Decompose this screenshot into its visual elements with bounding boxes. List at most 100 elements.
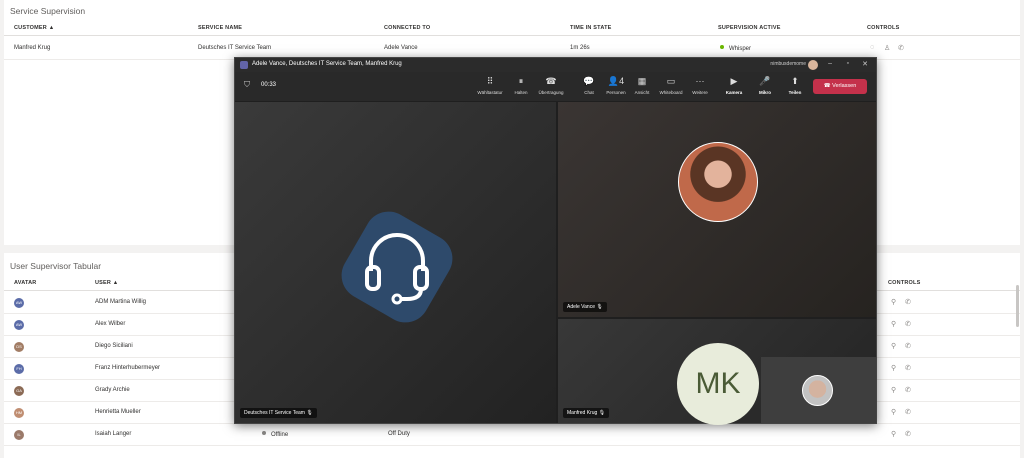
button-label: Übertragung — [538, 90, 564, 95]
user-name: Isaiah Langer — [95, 431, 132, 437]
listen-icon[interactable]: ⚲ — [891, 342, 896, 350]
dialpad-icon: ⠿ — [486, 76, 494, 86]
button-label: Whiteboard — [659, 90, 683, 95]
column-user[interactable]: USER ▲ — [95, 280, 118, 286]
supervision-active-cell: Whisper — [720, 45, 751, 52]
phone-icon[interactable]: ✆ — [905, 430, 911, 438]
table-row[interactable]: IL Isaiah Langer Offline Off Duty ⚲ ✆ — [4, 424, 1020, 446]
maximize-icon[interactable]: ▫ — [847, 60, 849, 67]
call-toolbar: ⛉ 00:33 ⠿ Wähltastatur ⏸ Halten ☎ Übertragu… — [235, 72, 876, 101]
more-icon: ··· — [695, 76, 705, 86]
participant-name: Adele Vance 🎙 — [563, 302, 607, 312]
avatar: AW — [14, 298, 24, 308]
phone-icon[interactable]: ✆ — [905, 408, 911, 416]
avatar: GA — [14, 386, 24, 396]
column-avatar: AVATAR — [14, 280, 37, 286]
mic-off-icon: 🎙 — [306, 410, 313, 416]
listen-icon[interactable]: ⚲ — [891, 320, 896, 328]
listen-icon[interactable]: ⚲ — [891, 408, 896, 416]
hangup-icon: ☎ — [823, 83, 833, 89]
service-name-cell: Deutsches IT Service Team — [198, 45, 272, 51]
whiteboard-icon: ▭ — [666, 76, 676, 86]
avatar: DS — [14, 342, 24, 352]
listen-icon[interactable]: ⚲ — [891, 386, 896, 394]
participant-name: Manfred Krug 🎙 — [563, 408, 610, 418]
phone-icon[interactable]: ✆ — [905, 342, 911, 350]
phone-icon[interactable]: ✆ — [905, 364, 911, 372]
column-time-in-state[interactable]: TIME IN STATE — [570, 25, 612, 31]
supervision-mode: Whisper — [729, 46, 752, 52]
mic-button[interactable]: 🎤 Mikro — [751, 75, 779, 95]
user-name: Alex Wilber — [95, 321, 126, 327]
status-dot — [262, 431, 266, 435]
hold-button[interactable]: ⏸ Halten — [507, 75, 535, 95]
headset-icon — [365, 233, 429, 305]
chat-button[interactable]: 💬 Chat — [575, 75, 603, 95]
people-icon: 👤4 — [607, 76, 625, 86]
user-name: Diego Siciliani — [95, 343, 133, 349]
column-service-name[interactable]: SERVICE NAME — [198, 25, 242, 31]
participant-name: Deutsches IT Service Team 🎙 — [240, 408, 317, 418]
chat-icon: 💬 — [583, 76, 595, 86]
avatar: HM — [14, 408, 24, 418]
leave-button[interactable]: ☎ Verlassen — [813, 79, 867, 94]
dialpad-button[interactable]: ⠿ Wähltastatur — [476, 75, 504, 95]
participant-initials: MK — [677, 343, 759, 425]
participant-photo — [678, 142, 758, 222]
account-name: nimbusdemome — [770, 61, 806, 67]
panel-title: Service Supervision — [10, 6, 86, 16]
status-label: Offline — [271, 432, 289, 438]
column-connected-to[interactable]: CONNECTED TO — [384, 25, 430, 31]
user-name: Henrietta Mueller — [95, 409, 141, 415]
self-view-photo — [802, 375, 833, 406]
teams-call-window[interactable]: Adele Vance, Deutsches IT Service Team, … — [234, 57, 877, 425]
button-label: Kamera — [725, 90, 743, 95]
video-tile-manfred[interactable]: MK Manfred Krug 🎙 — [558, 319, 876, 425]
participant-label: Manfred Krug — [567, 410, 598, 416]
minimize-icon[interactable]: – — [828, 60, 832, 67]
phone-icon[interactable]: ✆ — [905, 298, 911, 306]
listen-icon[interactable]: ⚲ — [891, 364, 896, 372]
camera-button[interactable]: ▶ Kamera — [720, 75, 748, 95]
listen-icon[interactable]: ◌ — [870, 44, 874, 51]
whisper-icon[interactable]: ♙ — [884, 44, 890, 52]
people-button[interactable]: 👤4 Personen — [602, 75, 630, 95]
phone-icon[interactable]: ✆ — [898, 44, 904, 52]
button-label: Personen — [606, 90, 626, 95]
video-tile-service[interactable]: Deutsches IT Service Team 🎙 — [235, 102, 556, 423]
video-tile-adele[interactable]: Adele Vance 🎙 — [558, 102, 876, 317]
window-title: Adele Vance, Deutsches IT Service Team, … — [252, 61, 402, 67]
column-supervision-active[interactable]: SUPERVISION ACTIVE — [718, 25, 781, 31]
user-name: Franz Hinterhubermeyer — [95, 365, 161, 371]
connected-to-cell: Adele Vance — [384, 45, 418, 51]
avatar[interactable] — [808, 60, 818, 70]
call-timer: 00:33 — [261, 82, 277, 88]
user-name: ADM Martina Willig — [95, 299, 147, 305]
table-header: CUSTOMER ▲ SERVICE NAME CONNECTED TO TIM… — [4, 22, 1020, 36]
button-label: Wähltastatur — [477, 90, 503, 95]
column-customer[interactable]: CUSTOMER ▲ — [14, 25, 54, 31]
share-icon: ⬆ — [791, 76, 799, 86]
button-label: Teilen — [788, 90, 802, 95]
scrollbar[interactable] — [1016, 285, 1019, 327]
phone-icon[interactable]: ✆ — [905, 320, 911, 328]
mic-off-icon: 🎙 — [596, 304, 603, 310]
whiteboard-button[interactable]: ▭ Whiteboard — [657, 75, 685, 95]
self-view[interactable] — [761, 357, 876, 423]
column-controls: CONTROLS — [867, 25, 900, 31]
shield-icon[interactable]: ⛉ — [244, 80, 250, 90]
transfer-button[interactable]: ☎ Übertragung — [537, 75, 565, 95]
view-button[interactable]: ▦ Ansicht — [628, 75, 656, 95]
button-label: Weitere — [692, 90, 708, 95]
listen-icon[interactable]: ⚲ — [891, 298, 896, 306]
share-button[interactable]: ⬆ Teilen — [781, 75, 809, 95]
listen-icon[interactable]: ⚲ — [891, 430, 896, 438]
avatar: AW — [14, 320, 24, 330]
button-label: Halten — [514, 90, 528, 95]
more-button[interactable]: ··· Weitere — [686, 75, 714, 95]
phone-icon[interactable]: ✆ — [905, 386, 911, 394]
close-icon[interactable]: ✕ — [862, 60, 868, 68]
panel-title: User Supervisor Tabular — [10, 261, 102, 271]
window-titlebar[interactable]: Adele Vance, Deutsches IT Service Team, … — [235, 58, 876, 72]
avatar: FH — [14, 364, 24, 374]
